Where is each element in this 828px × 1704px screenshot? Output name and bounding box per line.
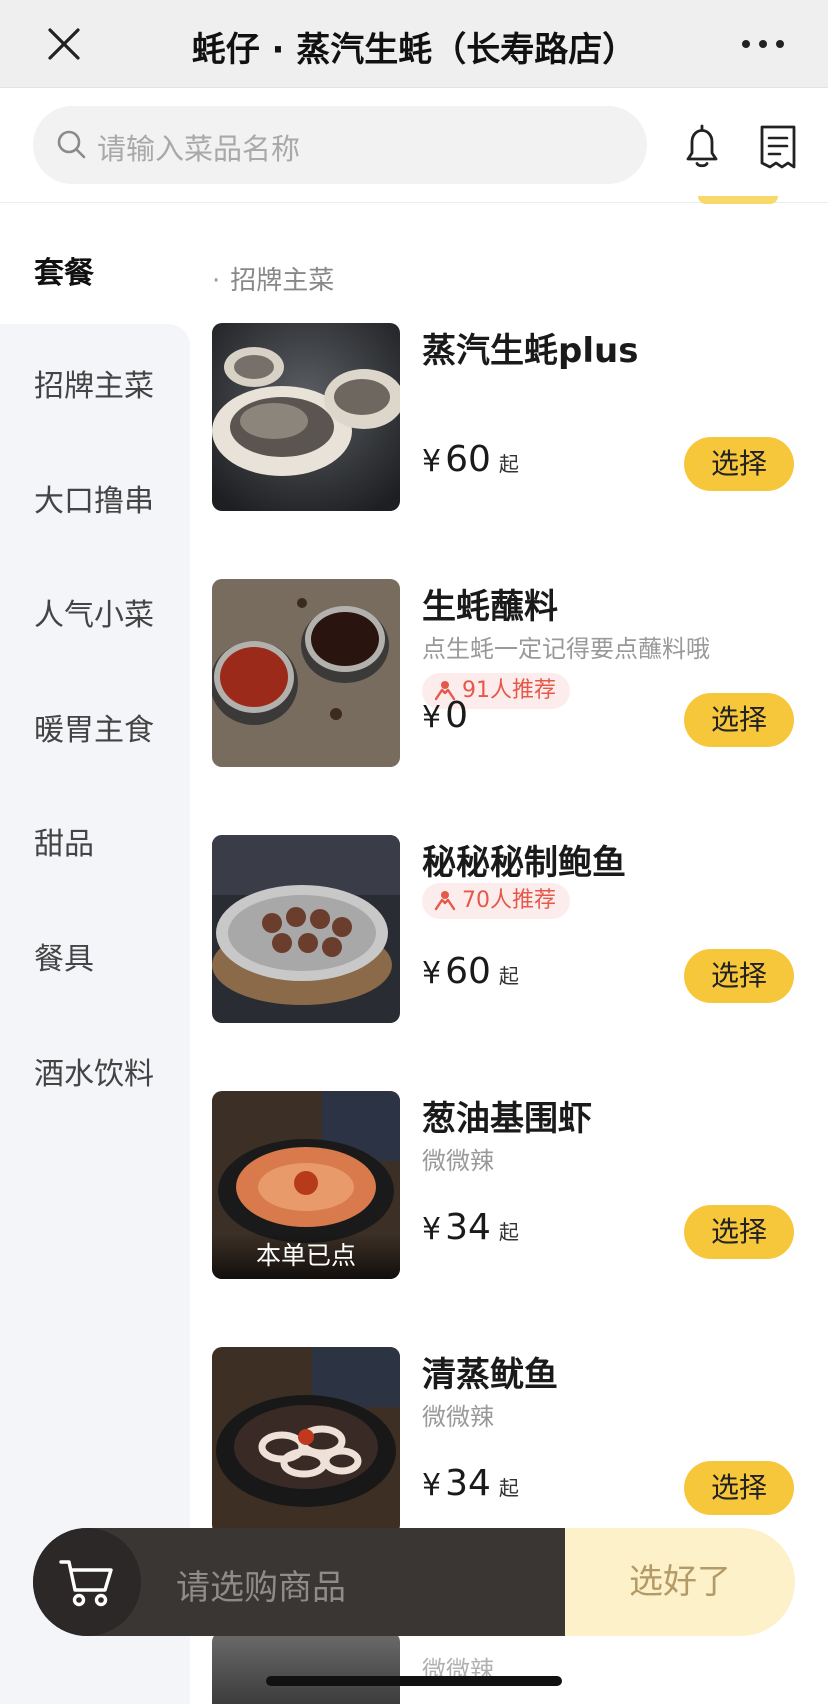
- menu-item: 本单已点 葱油基围虾 微微辣 ¥34 起 选择: [212, 1091, 802, 1281]
- cart-button[interactable]: [33, 1528, 141, 1636]
- recommend-badge: 70人推荐: [422, 883, 570, 919]
- dish-description: 微微辣: [422, 1403, 494, 1431]
- sidebar-item-tableware[interactable]: 餐具: [34, 934, 94, 978]
- close-icon[interactable]: [44, 24, 84, 64]
- sidebar-item-set-meal[interactable]: 套餐: [34, 248, 94, 292]
- dish-price: ¥34 起: [422, 1207, 519, 1248]
- search-input[interactable]: 请输入菜品名称: [33, 106, 647, 184]
- dish-photo[interactable]: [212, 323, 400, 511]
- partial-button-edge: [698, 196, 778, 204]
- sidebar-item-dessert[interactable]: 甜品: [34, 819, 94, 863]
- search-header: 请输入菜品名称: [0, 89, 828, 203]
- select-button[interactable]: 选择: [684, 1205, 794, 1259]
- dish-name: 葱油基围虾: [422, 1099, 592, 1139]
- select-button[interactable]: 选择: [684, 437, 794, 491]
- dish-description: 点生蚝一定记得要点蘸料哦: [422, 635, 710, 663]
- select-button[interactable]: 选择: [684, 1461, 794, 1515]
- dish-price: ¥34 起: [422, 1463, 519, 1504]
- cart-summary[interactable]: 请选购商品: [33, 1528, 565, 1636]
- sidebar-background: [0, 324, 190, 1704]
- dish-photo-partial: [212, 1632, 400, 1704]
- dish-name: 清蒸鱿鱼: [422, 1355, 558, 1395]
- title-bar: 蚝仔 · 蒸汽生蚝（长寿路店）: [0, 0, 828, 88]
- page-title: 蚝仔 · 蒸汽生蚝（长寿路店）: [191, 30, 637, 70]
- section-title: · 招牌主菜: [212, 266, 335, 296]
- recommend-icon: [434, 891, 456, 911]
- checkout-button[interactable]: 选好了: [565, 1528, 795, 1636]
- search-placeholder: 请输入菜品名称: [97, 132, 301, 166]
- search-icon: [57, 130, 86, 159]
- dish-photo[interactable]: 本单已点: [212, 1091, 400, 1279]
- more-icon[interactable]: [738, 26, 788, 62]
- sidebar-item-skewers[interactable]: 大口撸串: [34, 476, 154, 520]
- home-indicator: [266, 1676, 562, 1686]
- dish-photo[interactable]: [212, 835, 400, 1023]
- cart-placeholder: 请选购商品: [176, 1568, 346, 1608]
- cart-icon: [59, 1560, 113, 1607]
- dish-name: 生蚝蘸料: [422, 587, 558, 627]
- cart-bar: 请选购商品 选好了: [33, 1528, 795, 1636]
- select-button[interactable]: 选择: [684, 949, 794, 1003]
- sidebar-item-small-dishes[interactable]: 人气小菜: [34, 590, 154, 634]
- receipt-icon[interactable]: [757, 123, 799, 171]
- dish-photo[interactable]: [212, 1347, 400, 1535]
- category-sidebar: 套餐 招牌主菜 大口撸串 人气小菜 暖胃主食 甜品 餐具 酒水饮料: [0, 204, 190, 1704]
- dish-price: ¥60 起: [422, 951, 519, 992]
- sidebar-item-signature[interactable]: 招牌主菜: [34, 361, 154, 405]
- menu-item: 清蒸鱿鱼 微微辣 ¥34 起 选择: [212, 1347, 802, 1537]
- dish-name: 蒸汽生蚝plus: [422, 331, 639, 371]
- ordered-badge: 本单已点: [212, 1233, 400, 1279]
- dish-name: 秘秘秘制鲍鱼: [422, 843, 626, 883]
- dish-description: 微微辣: [422, 1147, 494, 1175]
- sidebar-item-drinks[interactable]: 酒水饮料: [34, 1049, 154, 1093]
- section-title-text: 招牌主菜: [230, 266, 335, 296]
- dish-photo[interactable]: [212, 579, 400, 767]
- menu-item: 秘秘秘制鲍鱼 70人推荐 ¥60 起 选择: [212, 835, 802, 1025]
- sidebar-item-staple[interactable]: 暖胃主食: [34, 705, 154, 749]
- dish-price: ¥60 起: [422, 439, 519, 480]
- menu-item: 生蚝蘸料 点生蚝一定记得要点蘸料哦 91人推荐 ¥0 选择: [212, 579, 802, 769]
- bell-icon[interactable]: [680, 123, 724, 171]
- dish-price: ¥0: [422, 695, 468, 736]
- checkout-label: 选好了: [629, 1562, 731, 1602]
- select-button[interactable]: 选择: [684, 693, 794, 747]
- menu-item: 蒸汽生蚝plus ¥60 起 选择: [212, 323, 802, 513]
